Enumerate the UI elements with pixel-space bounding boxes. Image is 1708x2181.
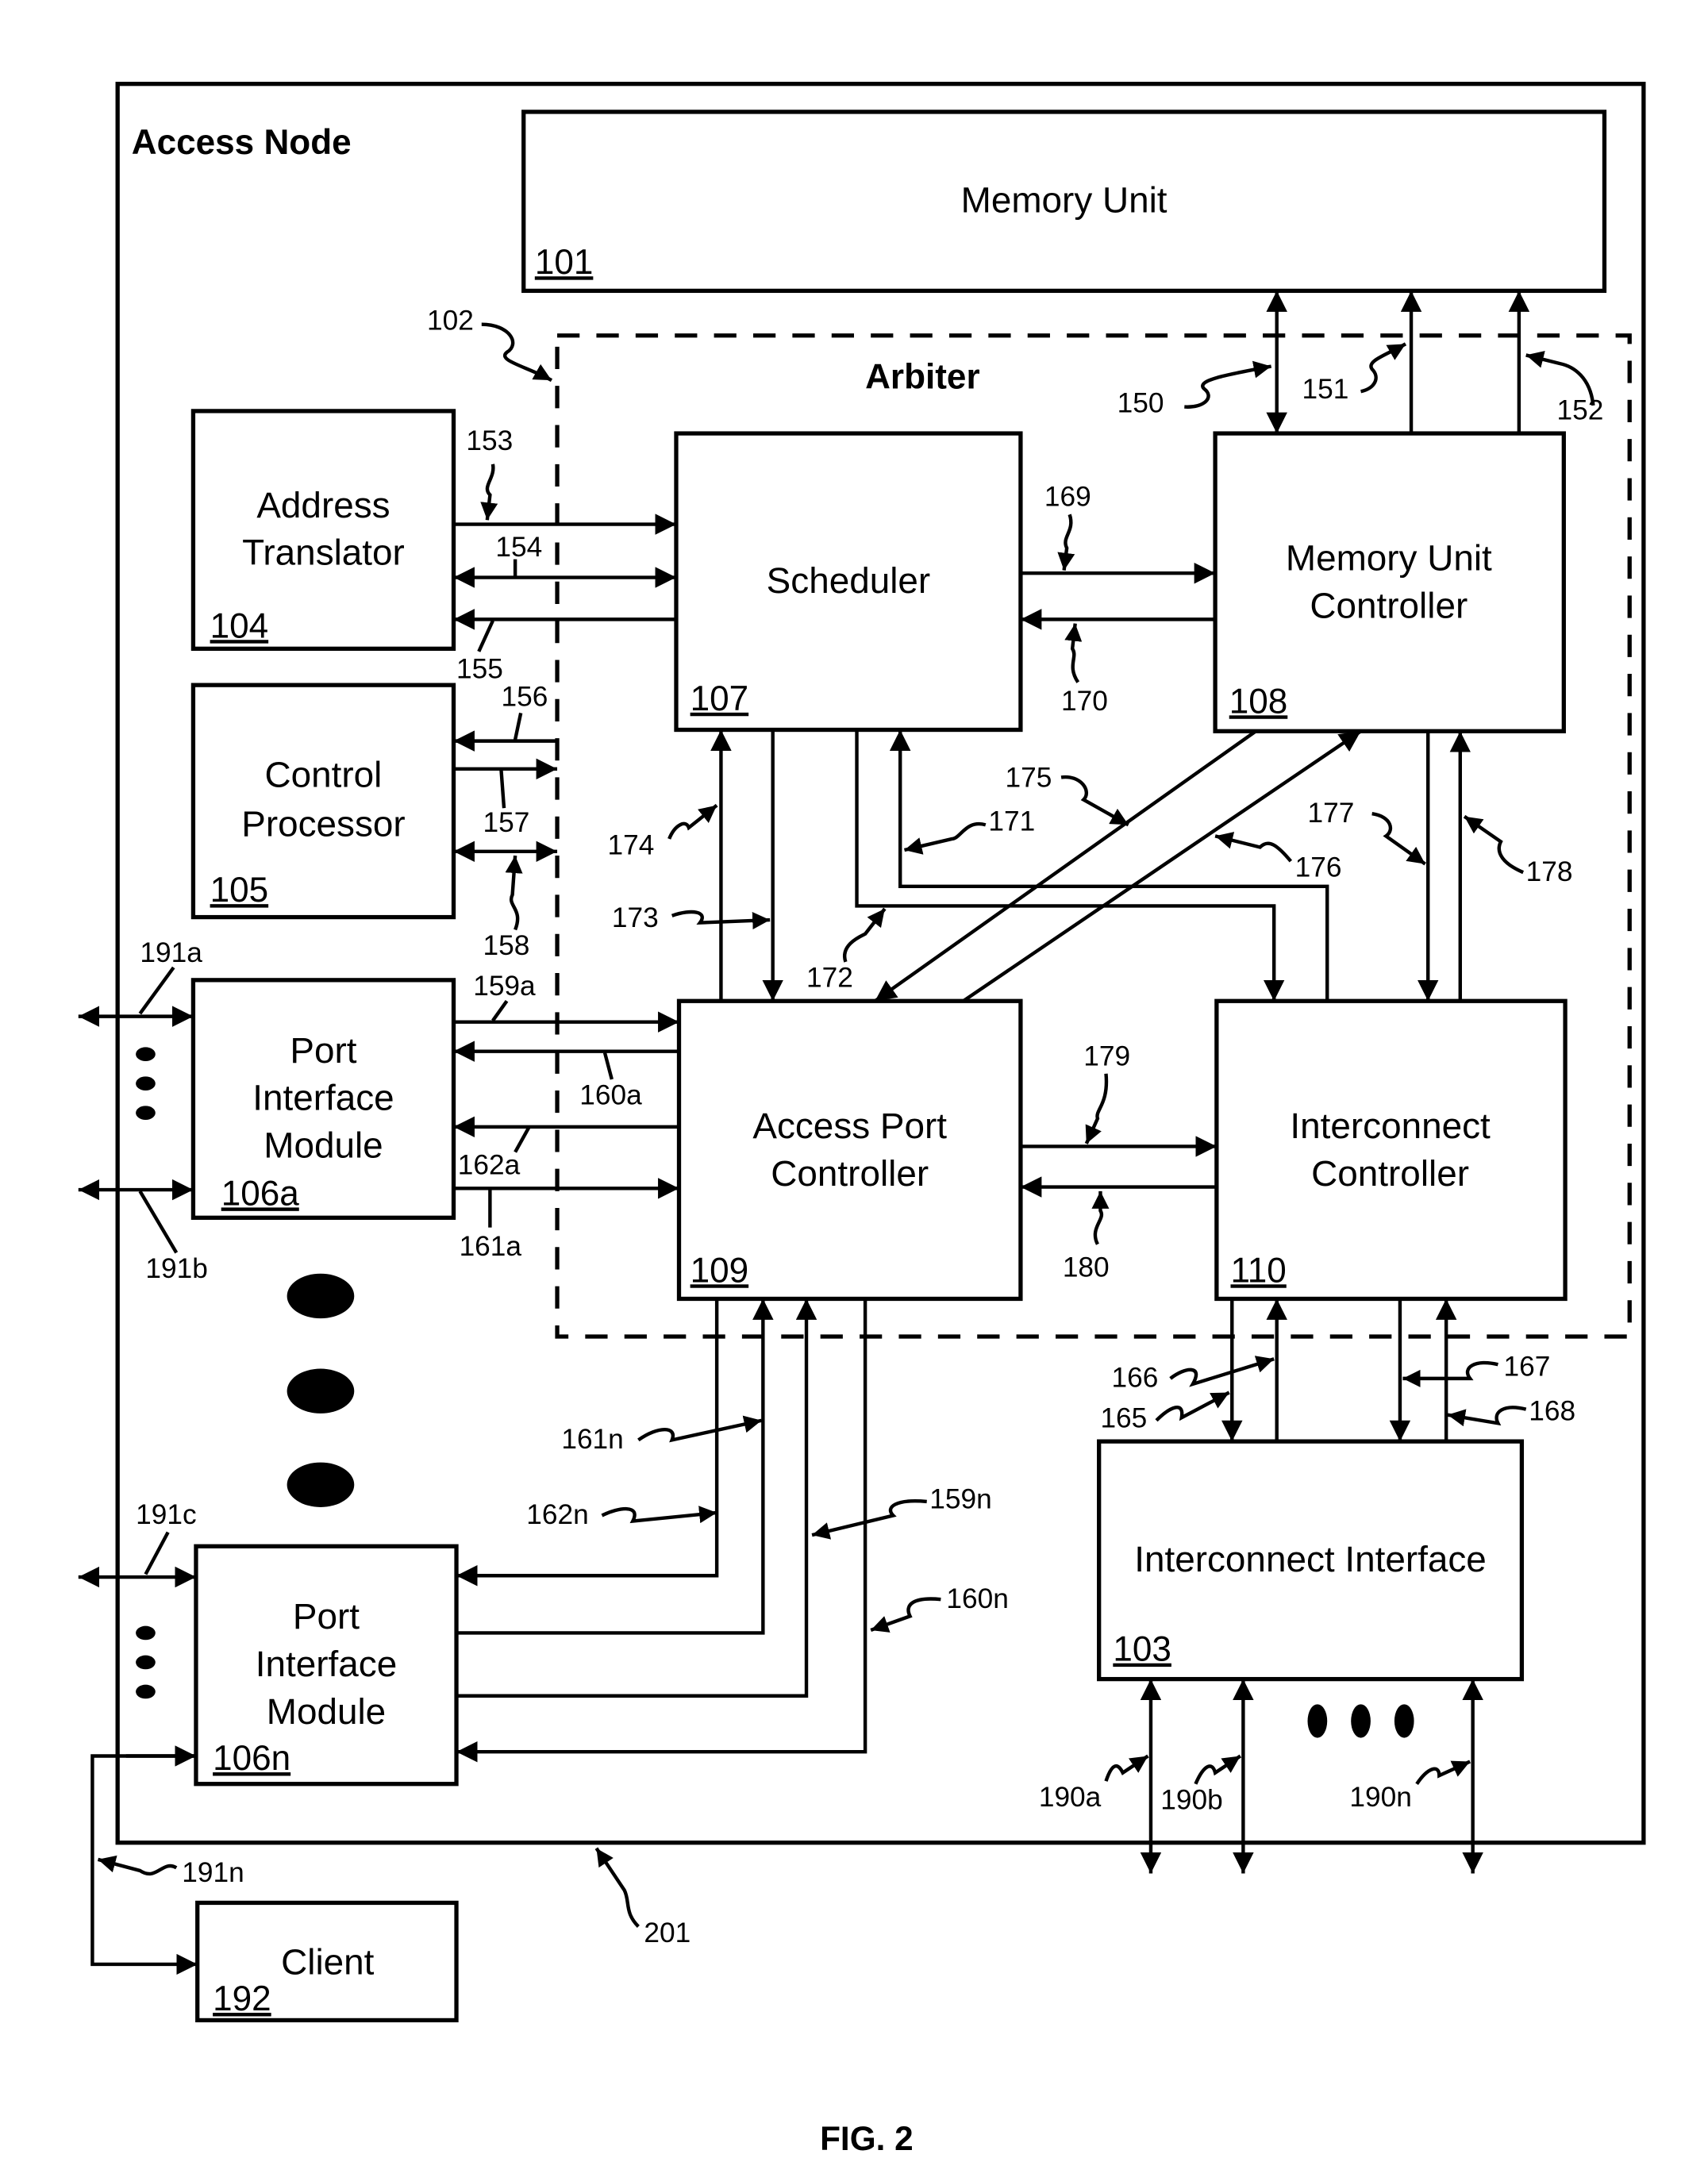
memory-unit-ref: 101 [535,243,594,282]
label-175: 175 [1006,763,1052,794]
label-160a: 160a [579,1080,642,1111]
control-processor-line2: Processor [241,803,405,844]
ellipsis-ports-a [136,1047,156,1120]
label-154: 154 [495,532,542,563]
label-201: 201 [644,1918,691,1948]
interconnect-interface-block[interactable]: Interconnect Interface 103 [1097,1439,1525,1682]
label-191c: 191c [136,1499,197,1530]
address-translator-line1: Address [256,485,390,525]
label-169: 169 [1044,482,1091,513]
pim-n-line3: Module [267,1691,386,1732]
pim-n-ref: 106n [213,1739,290,1778]
client-ref: 192 [213,1979,271,2018]
interconnect-controller-block[interactable]: Interconnect Controller 110 [1214,998,1568,1302]
address-translator-ref: 104 [210,606,269,645]
label-180: 180 [1063,1252,1110,1283]
label-160n: 160n [946,1583,1008,1614]
ii-ref: 103 [1113,1630,1171,1669]
memory-unit-block[interactable]: Memory Unit 101 [521,110,1607,294]
label-190b: 190b [1160,1784,1222,1815]
label-174: 174 [608,829,655,860]
label-165: 165 [1100,1403,1147,1434]
label-170: 170 [1061,686,1108,717]
muc-line2: Controller [1310,586,1468,626]
label-150: 150 [1118,388,1164,419]
label-161n: 161n [561,1424,623,1455]
pim-a-line3: Module [264,1125,383,1166]
label-156: 156 [501,682,548,713]
label-162n: 162n [526,1499,588,1530]
label-155: 155 [456,653,503,684]
pim-a-line1: Port [290,1030,356,1071]
label-177: 177 [1308,798,1355,829]
memory-unit-label: Memory Unit [961,180,1168,221]
apc-line1: Access Port [752,1106,947,1146]
label-152: 152 [1556,394,1603,425]
pim-a-ref: 106a [221,1174,300,1213]
label-161a: 161a [460,1231,522,1262]
label-178: 178 [1526,856,1573,887]
client-block[interactable]: Client 192 [195,1900,459,2023]
label-151: 151 [1302,374,1348,405]
label-190a: 190a [1039,1782,1102,1813]
label-190n: 190n [1349,1782,1411,1813]
label-153: 153 [466,425,513,456]
ii-label: Interconnect Interface [1134,1539,1487,1579]
scheduler-block[interactable]: Scheduler 107 [674,431,1023,733]
label-166: 166 [1112,1362,1159,1393]
ic-ref: 110 [1230,1251,1286,1290]
label-162a: 162a [458,1150,521,1181]
scheduler-label: Scheduler [767,560,931,601]
label-159a: 159a [473,971,536,1002]
ellipsis-ports-n [136,1625,156,1699]
apc-line2: Controller [771,1153,929,1194]
label-191a: 191a [140,937,202,968]
label-179: 179 [1083,1040,1130,1071]
muc-ref: 108 [1229,682,1288,721]
muc-line1: Memory Unit [1286,538,1492,579]
label-191n: 191n [182,1857,244,1888]
control-processor-ref: 105 [210,871,269,910]
label-157: 157 [483,807,530,838]
label-167: 167 [1503,1351,1550,1382]
label-159n: 159n [929,1484,991,1515]
access-node-title: Access Node [132,123,352,162]
arbiter-ref-label: 102 [427,306,474,337]
pim-n-line2: Interface [256,1644,397,1684]
control-processor-block[interactable]: Control Processor 105 [190,683,456,920]
pim-a-line2: Interface [252,1078,394,1118]
label-171: 171 [988,806,1035,837]
apc-ref: 109 [691,1251,749,1290]
label-191b: 191b [145,1253,207,1284]
arbiter-title: Arbiter [865,358,980,397]
ellipsis-interconnect-ports [1307,1704,1414,1738]
scheduler-ref: 107 [691,679,749,718]
label-168: 168 [1529,1396,1575,1427]
block-diagram: Access Node Arbiter 102 Memory Unit 101 … [78,82,1646,2157]
figure-caption: FIG. 2 [820,2120,914,2157]
port-interface-module-n-block[interactable]: Port Interface Module 106n [194,1544,459,1787]
label-173: 173 [612,902,659,933]
memory-unit-controller-block[interactable]: Memory Unit Controller 108 [1213,431,1566,733]
client-label: Client [281,1941,375,1982]
ic-line2: Controller [1311,1153,1469,1194]
address-translator-line2: Translator [242,533,405,573]
ic-line1: Interconnect [1290,1106,1491,1146]
label-176: 176 [1295,852,1342,883]
label-172: 172 [806,963,853,994]
pim-n-line1: Port [293,1596,360,1637]
control-processor-line1: Control [265,755,383,795]
port-interface-module-a-block[interactable]: Port Interface Module 106a [190,978,456,1220]
ellipsis-modules [287,1273,355,1507]
label-158: 158 [483,930,530,961]
access-port-controller-block[interactable]: Access Port Controller 109 [676,998,1023,1302]
address-translator-block[interactable]: Address Translator 104 [190,409,456,651]
